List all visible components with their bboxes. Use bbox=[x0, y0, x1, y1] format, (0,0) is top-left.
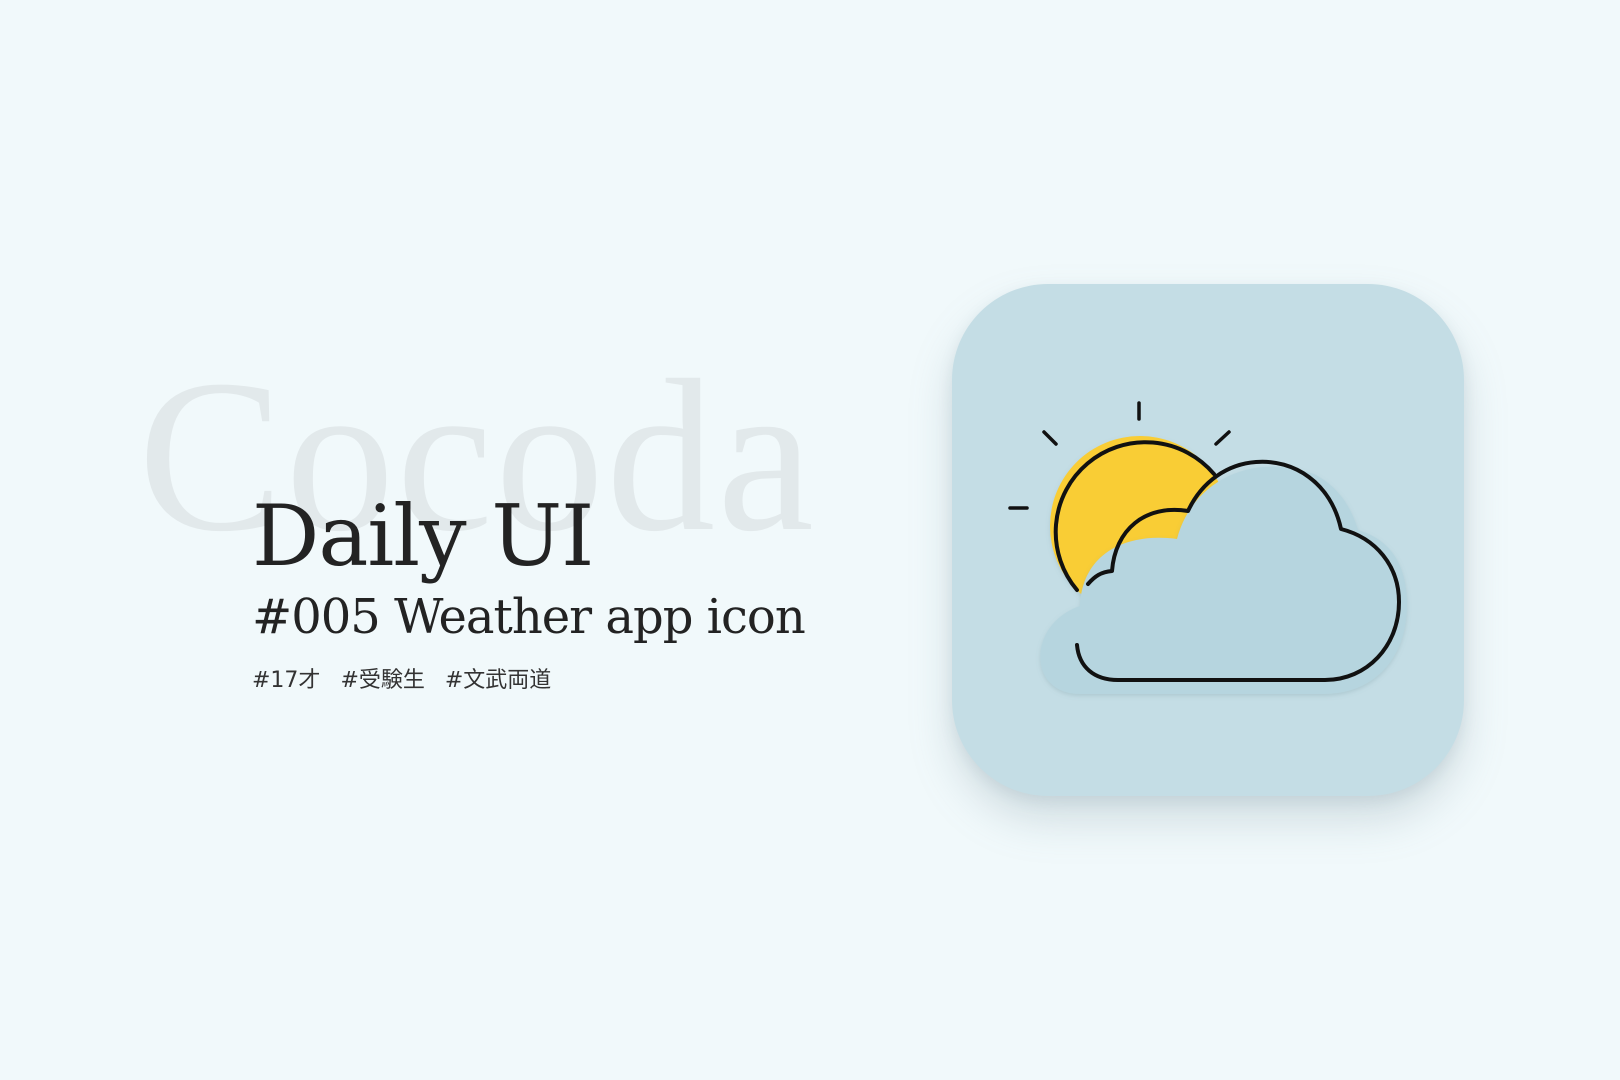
tag-age: #17才 bbox=[252, 667, 321, 693]
page-title: Daily UI bbox=[252, 487, 594, 585]
title-block: Daily UI #005 Weather app icon #17才 #受験生… bbox=[252, 487, 806, 694]
tag-balance: #文武両道 bbox=[444, 667, 552, 693]
tag-student: #受験生 bbox=[340, 667, 425, 693]
page-subtitle: #005 Weather app icon bbox=[252, 589, 806, 645]
weather-app-icon bbox=[952, 284, 1464, 796]
tag-list: #17才 #受験生 #文武両道 bbox=[252, 662, 805, 694]
weather-partly-cloudy-icon bbox=[1008, 401, 1408, 694]
